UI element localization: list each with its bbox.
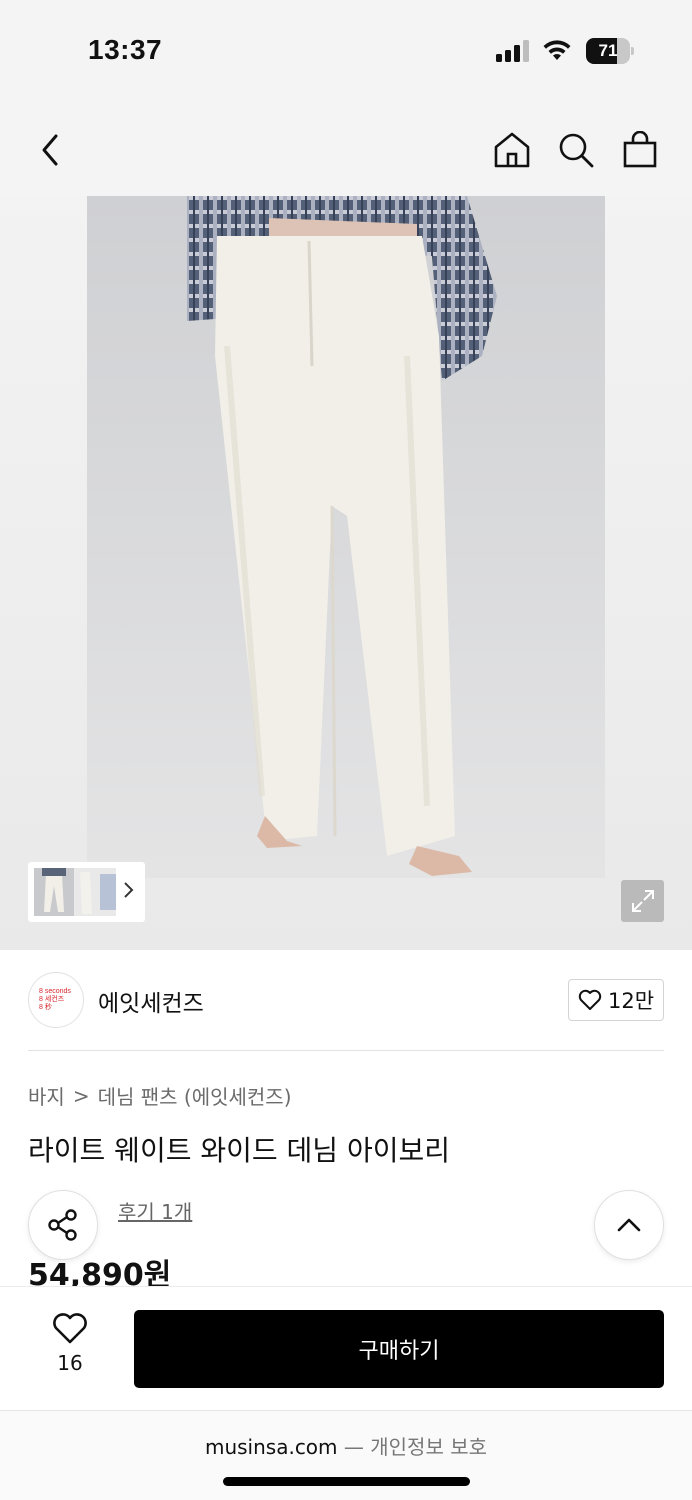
wifi-icon — [543, 40, 571, 60]
heart-icon — [53, 1313, 87, 1344]
product-photo-illustration — [87, 196, 605, 878]
brand-name[interactable]: 에잇세컨즈 — [98, 984, 204, 1018]
thumbnail-2[interactable] — [74, 868, 116, 916]
cart-button[interactable] — [620, 128, 660, 172]
url-separator: — — [343, 1435, 364, 1459]
cellular-signal-icon — [496, 40, 529, 62]
home-indicator[interactable] — [223, 1477, 470, 1486]
wishlist-count: 16 — [57, 1351, 83, 1375]
share-button[interactable] — [28, 1190, 98, 1260]
product-photo[interactable] — [87, 196, 605, 878]
status-bar: 13:37 71 — [0, 0, 692, 100]
search-button[interactable] — [556, 128, 596, 172]
home-icon — [494, 132, 530, 168]
url-domain: musinsa.com — [204, 1435, 338, 1459]
back-chevron-icon — [42, 134, 58, 166]
status-time: 13:37 — [88, 34, 163, 65]
home-button[interactable] — [492, 128, 532, 172]
brand-logo[interactable]: 8 seconds 8 세컨즈 8 秒 — [28, 972, 84, 1028]
search-icon — [559, 133, 594, 168]
url-text[interactable]: musinsa.com — 개인정보 보호 — [0, 1431, 692, 1460]
breadcrumb-subcategory[interactable]: 데님 팬츠 (에잇세컨즈) — [98, 1081, 292, 1110]
chevron-up-icon — [617, 1218, 641, 1232]
scroll-top-button[interactable] — [594, 1190, 664, 1260]
product-gallery[interactable] — [0, 196, 692, 950]
thumbnail-strip[interactable] — [28, 862, 145, 922]
divider — [28, 1050, 664, 1051]
breadcrumb: 바지 > 데님 팬츠 (에잇세컨즈) — [28, 1081, 292, 1110]
expand-image-button[interactable] — [621, 880, 664, 922]
battery-percent: 71 — [598, 41, 618, 60]
url-privacy-label: 개인정보 보호 — [370, 1435, 488, 1459]
review-link[interactable]: 후기 1개 — [118, 1196, 192, 1225]
battery-icon: 71 — [586, 38, 634, 64]
bottom-action-bar: 16 구매하기 — [0, 1286, 692, 1410]
wishlist-button[interactable]: 16 — [40, 1313, 100, 1375]
thumbnail-1[interactable] — [34, 868, 74, 916]
product-info: 8 seconds 8 세컨즈 8 秒 에잇세컨즈 12만 바지 > 데님 팬츠… — [0, 950, 692, 1286]
buy-button[interactable]: 구매하기 — [134, 1310, 664, 1388]
breadcrumb-separator: > — [72, 1083, 90, 1108]
chevron-right-icon — [122, 880, 134, 904]
product-price: 54,890원 — [28, 1259, 172, 1286]
product-title: 라이트 웨이트 와이드 데님 아이보리 — [28, 1134, 451, 1167]
back-button[interactable] — [30, 128, 70, 172]
brand-like-count: 12만 — [607, 989, 655, 1013]
browser-url-bar[interactable]: musinsa.com — 개인정보 보호 — [0, 1410, 692, 1500]
expand-icon — [631, 890, 654, 912]
breadcrumb-category[interactable]: 바지 — [28, 1081, 65, 1110]
heart-icon — [578, 989, 602, 1010]
nav-bar — [0, 100, 692, 196]
share-icon — [48, 1209, 77, 1241]
brand-like-button[interactable]: 12만 — [568, 979, 664, 1021]
shopping-bag-icon — [623, 131, 657, 168]
